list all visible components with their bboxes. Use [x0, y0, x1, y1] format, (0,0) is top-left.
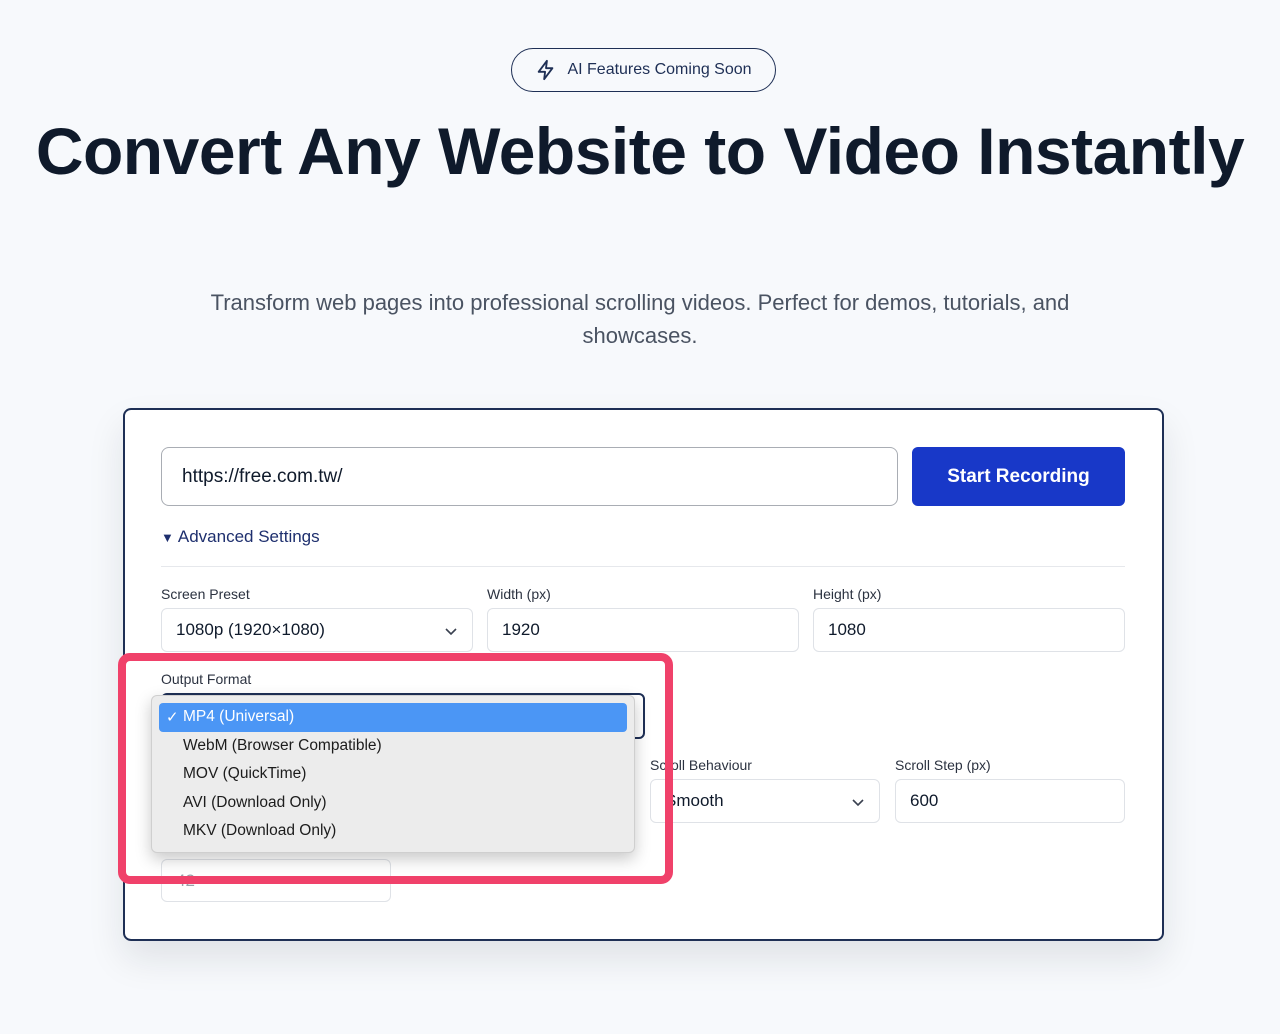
option-mov[interactable]: MOV (QuickTime)	[159, 760, 627, 789]
width-value: 1920	[502, 620, 540, 639]
partial-input-value: 42	[176, 870, 195, 890]
ai-features-badge: AI Features Coming Soon	[511, 48, 776, 92]
option-webm[interactable]: WebM (Browser Compatible)	[159, 732, 627, 761]
width-label: Width (px)	[487, 586, 551, 602]
option-avi[interactable]: AVI (Download Only)	[159, 789, 627, 818]
divider	[161, 566, 1125, 567]
partial-input[interactable]: 42	[161, 859, 391, 902]
width-input[interactable]: 1920	[487, 608, 799, 652]
lightning-icon	[538, 59, 554, 81]
advanced-settings-toggle[interactable]: ▼ Advanced Settings	[161, 526, 320, 548]
screen-preset-label: Screen Preset	[161, 586, 250, 602]
scroll-step-label: Scroll Step (px)	[895, 757, 991, 773]
option-mkv[interactable]: MKV (Download Only)	[159, 817, 627, 846]
triangle-down-icon: ▼	[161, 529, 174, 545]
chevron-down-icon	[852, 799, 864, 807]
scroll-behaviour-select[interactable]: Smooth	[650, 779, 880, 823]
scroll-step-value: 600	[910, 791, 939, 810]
output-format-dropdown: ✓ MP4 (Universal) WebM (Browser Compatib…	[151, 695, 635, 853]
height-value: 1080	[828, 620, 866, 639]
screen-preset-select[interactable]: 1080p (1920×1080)	[161, 608, 473, 652]
scroll-behaviour-value: Smooth	[665, 791, 724, 810]
url-input[interactable]	[161, 447, 898, 506]
output-format-label: Output Format	[161, 671, 252, 687]
badge-text: AI Features Coming Soon	[567, 61, 752, 78]
chevron-down-icon	[445, 628, 457, 636]
screen-preset-value: 1080p (1920×1080)	[176, 620, 325, 639]
check-icon: ✓	[166, 709, 179, 726]
advanced-settings-label: Advanced Settings	[177, 527, 320, 546]
height-label: Height (px)	[813, 586, 882, 602]
start-recording-button[interactable]: Start Recording	[912, 447, 1125, 506]
scroll-behaviour-label: Scroll Behaviour	[650, 757, 752, 773]
option-mp4[interactable]: ✓ MP4 (Universal)	[159, 703, 627, 732]
page-title: Convert Any Website to Video Instantly	[35, 114, 1245, 188]
scroll-step-input[interactable]: 600	[895, 779, 1125, 823]
page-subtitle: Transform web pages into professional sc…	[210, 290, 1070, 348]
height-input[interactable]: 1080	[813, 608, 1125, 652]
